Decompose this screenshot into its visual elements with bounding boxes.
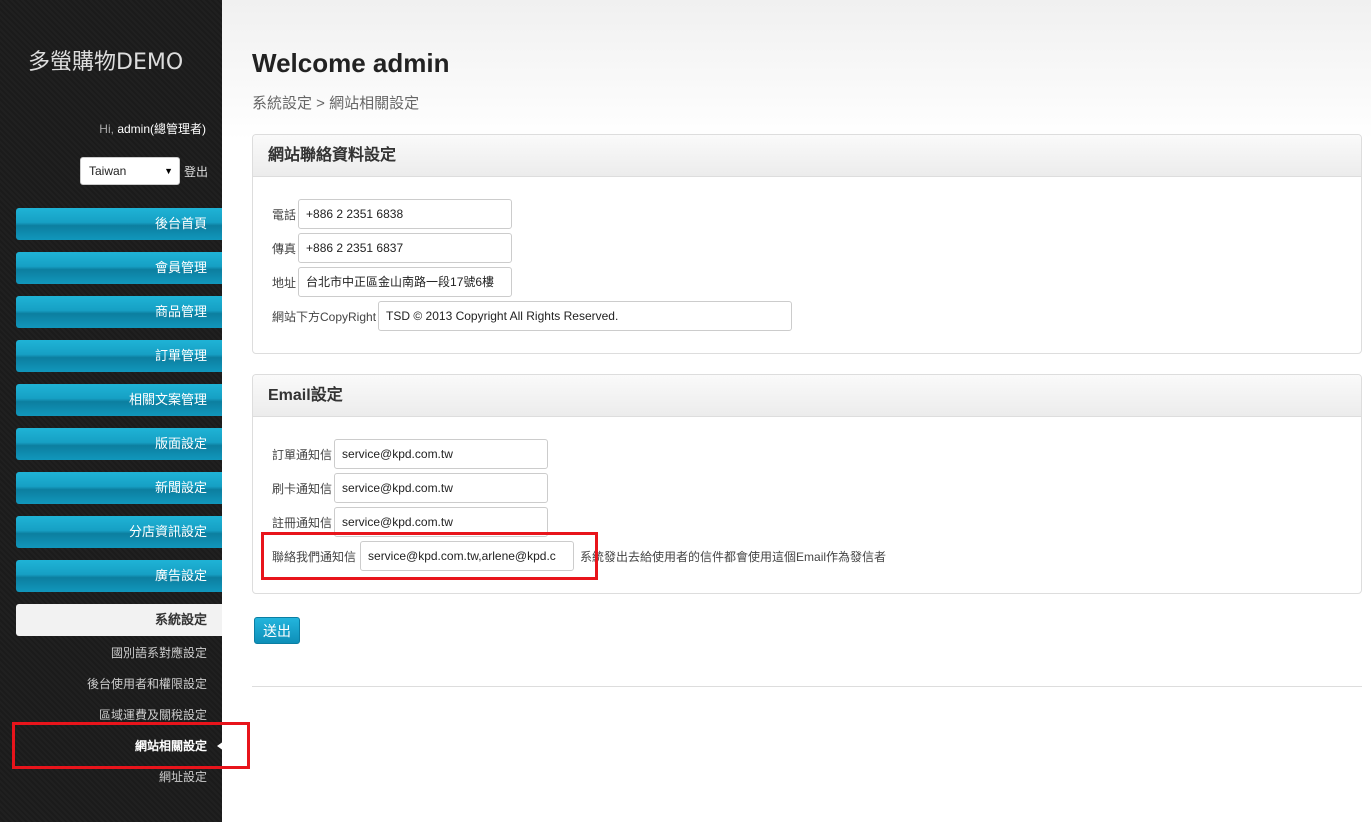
- submenu-item-url[interactable]: 網址設定: [16, 766, 222, 797]
- page-title: Welcome admin: [252, 48, 450, 78]
- submit-button[interactable]: 送出: [254, 617, 300, 644]
- sidebar: 多螢購物DEMO Hi, admin(總管理者) Taiwan ▼ 登出 後台首…: [0, 0, 224, 822]
- greeting-prefix: Hi,: [99, 122, 114, 136]
- form-row-fax: 傳真 +886 2 2351 6837: [272, 231, 1361, 265]
- address-label: 地址: [272, 275, 297, 290]
- contact-panel: 網站聯絡資料設定 電話 +886 2 2351 6838 傳真 +886 2 2…: [252, 134, 1362, 354]
- form-row-phone: 電話 +886 2 2351 6838: [272, 197, 1361, 231]
- menu-item-content[interactable]: 相關文案管理: [16, 384, 222, 416]
- form-row-order-email: 訂單通知信 service@kpd.com.tw: [272, 437, 1361, 471]
- phone-label: 電話: [272, 207, 297, 222]
- menu-item-system[interactable]: 系統設定: [16, 604, 222, 636]
- language-select[interactable]: Taiwan ▼: [79, 157, 180, 185]
- site-title: 多螢購物DEMO: [28, 50, 184, 75]
- submenu-item-users[interactable]: 後台使用者和權限設定: [16, 673, 222, 704]
- fax-field[interactable]: +886 2 2351 6837: [298, 233, 513, 263]
- menu-item-layout[interactable]: 版面設定: [16, 428, 222, 460]
- user-greeting: Hi, admin(總管理者): [99, 120, 206, 137]
- contact-panel-body: 電話 +886 2 2351 6838 傳真 +886 2 2351 6837 …: [253, 177, 1361, 333]
- copyright-label: 網站下方CopyRight: [272, 309, 377, 324]
- main-content: Welcome admin 系統設定 > 網站相關設定 網站聯絡資料設定 電話 …: [222, 0, 1371, 822]
- card-email-field[interactable]: service@kpd.com.tw: [334, 473, 549, 503]
- register-email-label: 註冊通知信: [272, 515, 333, 530]
- menu-item-ads[interactable]: 廣告設定: [16, 560, 222, 592]
- form-row-card-email: 刷卡通知信 service@kpd.com.tw: [272, 471, 1361, 505]
- email-sender-note: 系統發出去給使用者的信件都會使用這個Email作為發信者: [580, 549, 887, 564]
- form-row-copyright: 網站下方CopyRight TSD © 2013 Copyright All R…: [272, 299, 1361, 333]
- menu-item-products[interactable]: 商品管理: [16, 296, 222, 328]
- email-panel-title: Email設定: [253, 375, 1361, 417]
- menu-item-members[interactable]: 會員管理: [16, 252, 222, 284]
- main-menu: 後台首頁 會員管理 商品管理 訂單管理 相關文案管理 版面設定 新聞設定 分店資…: [16, 208, 222, 648]
- menu-item-branches[interactable]: 分店資訊設定: [16, 516, 222, 548]
- address-field[interactable]: 台北市中正區金山南路一段17號6樓: [298, 267, 513, 297]
- menu-item-news[interactable]: 新聞設定: [16, 472, 222, 504]
- menu-item-dashboard[interactable]: 後台首頁: [16, 208, 222, 240]
- fax-label: 傳真: [272, 241, 297, 256]
- contact-panel-title: 網站聯絡資料設定: [253, 135, 1361, 177]
- submenu-item-locale[interactable]: 國別語系對應設定: [16, 642, 222, 673]
- phone-field[interactable]: +886 2 2351 6838: [298, 199, 513, 229]
- form-row-address: 地址 台北市中正區金山南路一段17號6樓: [272, 265, 1361, 299]
- divider: [252, 686, 1362, 687]
- username: admin(總管理者): [117, 122, 206, 136]
- logout-link[interactable]: 登出: [184, 163, 208, 180]
- menu-item-orders[interactable]: 訂單管理: [16, 340, 222, 372]
- language-select-value: Taiwan: [88, 164, 127, 178]
- order-email-label: 訂單通知信: [272, 447, 333, 462]
- breadcrumb: 系統設定 > 網站相關設定: [252, 95, 420, 112]
- card-email-label: 刷卡通知信: [272, 481, 333, 496]
- language-row: Taiwan ▼ 登出: [79, 157, 208, 185]
- highlight-box-site-settings: [12, 722, 250, 769]
- copyright-field[interactable]: TSD © 2013 Copyright All Rights Reserved…: [378, 301, 793, 331]
- dropdown-arrow-icon: ▼: [164, 166, 173, 176]
- highlight-box-contact-email: [261, 532, 598, 580]
- order-email-field[interactable]: service@kpd.com.tw: [334, 439, 549, 469]
- system-submenu: 國別語系對應設定 後台使用者和權限設定 區域運費及關稅設定 網站相關設定 網址設…: [16, 642, 224, 797]
